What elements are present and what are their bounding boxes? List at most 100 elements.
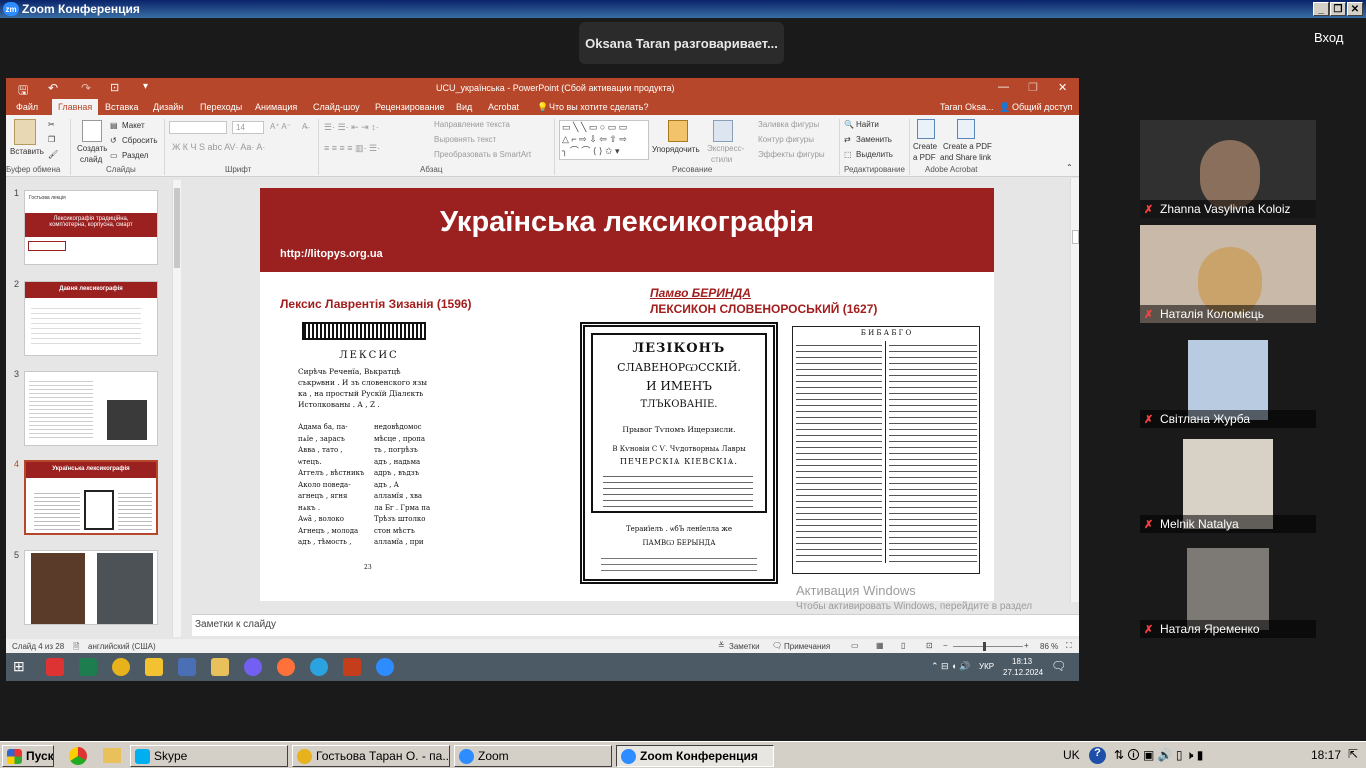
powerpoint-icon[interactable] [343, 658, 361, 676]
slide-thumbnail-2[interactable]: Давня лексикографія [24, 281, 158, 356]
font-size-input[interactable]: 14 [232, 121, 264, 134]
close-button[interactable]: ✕ [1347, 2, 1363, 16]
tell-me-input[interactable]: Что вы хотите сделать? [549, 102, 649, 112]
cut-icon[interactable]: ✂ [48, 120, 55, 129]
tab-view[interactable]: Вид [456, 102, 472, 112]
reset-button[interactable]: Сбросить [122, 136, 158, 145]
paste-button[interactable]: Вставить [10, 147, 44, 156]
notification-icon[interactable]: 🗨 [1051, 659, 1066, 673]
paste-icon[interactable] [14, 119, 36, 145]
current-slide[interactable]: Українська лексикографія http://litopys.… [260, 188, 994, 601]
create-pdf-icon[interactable] [917, 119, 935, 139]
redo-icon[interactable]: ↷ [81, 81, 91, 95]
list-icons[interactable]: ☰· ☰· ⇤ ⇥ ↕· [324, 122, 379, 133]
layout-button[interactable]: Макет [122, 121, 145, 130]
language-indicator[interactable]: английский (США) [88, 642, 156, 651]
clear-format-icon[interactable]: A̶ [302, 122, 307, 131]
create-pdf-label-1[interactable]: Create [913, 142, 937, 151]
tray-icons[interactable]: ⌃ ⊟ ◖ 🔊 [931, 661, 970, 672]
zoom-slider-thumb[interactable] [983, 642, 986, 651]
participant-tile[interactable]: ✗ Наталія Коломієць [1140, 225, 1316, 323]
undo-icon[interactable]: ↶ [48, 81, 58, 95]
slide-thumbnail-3[interactable] [24, 371, 158, 446]
tab-transitions[interactable]: Переходы [200, 102, 242, 112]
quick-styles-label-2[interactable]: стили [711, 155, 732, 164]
enter-fullscreen-button[interactable]: Вход [1314, 30, 1343, 45]
app-icon[interactable] [178, 658, 196, 676]
thumbs-scrollbar[interactable] [172, 180, 181, 637]
smartart-button[interactable]: Преобразовать в SmartArt [434, 150, 531, 159]
quick-styles-icon[interactable] [713, 120, 733, 142]
participant-tile[interactable]: ✗ Світлана Журба [1140, 330, 1316, 428]
zoom-slider-track[interactable] [953, 642, 1023, 651]
section-button[interactable]: Раздел [122, 151, 148, 160]
help-icon[interactable]: ? [1089, 747, 1106, 764]
zoom-taskbar-icon[interactable] [376, 658, 394, 676]
shapes-gallery[interactable]: ▭ ╲ ╲ ▭ ○ ▭ ▭ △ ⌐ ⇨ ⇩ ⇦ ⇧ ⇨ ╮ ⌒ ⌒ ⟨ ⟩ ✩ ▾ [559, 120, 649, 160]
remote-lang[interactable]: УКР [979, 662, 994, 671]
share-icon[interactable]: 👤 [999, 102, 1010, 113]
notes-pane[interactable]: Заметки к слайду [192, 614, 1079, 636]
tab-insert[interactable]: Вставка [105, 102, 138, 112]
zoom-in-icon[interactable]: + [1024, 641, 1029, 650]
telegram-icon[interactable] [310, 658, 328, 676]
tray-icons[interactable]: ⇅ 🛈 ▣ 🔊 ▯ 🕨 ▮ [1114, 746, 1203, 767]
participant-tile[interactable]: ✗ Наталя Яременко [1140, 540, 1316, 638]
user-name[interactable]: Taran Oksa... [940, 102, 994, 112]
reading-view-icon[interactable]: ▯ [901, 641, 905, 650]
normal-view-icon[interactable]: ▭ [851, 641, 859, 650]
tab-acrobat[interactable]: Acrobat [488, 102, 519, 112]
slide-thumbnail-4-selected[interactable]: Українська лексикографія [24, 460, 158, 535]
shape-effects-button[interactable]: Эффекты фигуры [758, 150, 825, 159]
explorer-icon[interactable] [211, 658, 229, 676]
arrange-icon[interactable] [668, 120, 688, 142]
customize-toolbar-icon[interactable]: ▾ [143, 81, 148, 92]
notes-toggle-icon[interactable]: ≚ [718, 641, 725, 650]
taskbar-item-zoom-conference[interactable]: Zoom Конференция [616, 745, 774, 767]
slide-scrollbar[interactable] [1070, 178, 1079, 602]
shape-fill-button[interactable]: Заливка фигуры [758, 120, 819, 129]
font-name-input[interactable] [169, 121, 227, 134]
comments-icon[interactable]: 🗨 [772, 641, 782, 650]
new-slide-label-1[interactable]: Создать [77, 144, 107, 153]
show-desktop-icon[interactable]: ⇱ [1348, 747, 1358, 761]
firefox-icon[interactable] [277, 658, 295, 676]
tab-animation[interactable]: Анимация [255, 102, 297, 112]
notes-placeholder[interactable]: Заметки к слайду [195, 619, 276, 630]
slide-scroll-thumb[interactable] [1072, 230, 1079, 244]
select-button[interactable]: Выделить [856, 150, 893, 159]
chrome-quicklaunch-icon[interactable] [69, 747, 87, 765]
ppt-close-icon[interactable]: ✕ [1058, 81, 1067, 94]
tab-file[interactable]: Файл [16, 102, 38, 112]
spellcheck-icon[interactable]: 🗎 [73, 641, 79, 653]
create-share-pdf-icon[interactable] [957, 119, 975, 139]
slide-thumbnail-1[interactable]: Гостьова лекція Лексикографія традиційна… [24, 190, 158, 265]
ppt-restore-icon[interactable]: ❐ [1028, 81, 1038, 94]
start-button[interactable]: Пуск [2, 745, 54, 767]
tab-design[interactable]: Дизайн [153, 102, 183, 112]
shape-outline-button[interactable]: Контур фигуры [758, 135, 814, 144]
comments-button[interactable]: Примечания [784, 642, 830, 651]
text-direction-button[interactable]: Направление текста [434, 120, 510, 129]
tab-home[interactable]: Главная [52, 99, 99, 115]
create-share-label-1[interactable]: Create a PDF [943, 142, 992, 151]
ppt-minimize-icon[interactable]: — [998, 81, 1009, 93]
participant-tile[interactable]: ✗ Melnik Natalya [1140, 435, 1316, 533]
format-painter-icon[interactable]: 🖌 [48, 150, 58, 159]
taskbar-item-skype[interactable]: Skype [130, 745, 288, 767]
tab-review[interactable]: Рецензирование [375, 102, 445, 112]
start-slideshow-icon[interactable]: ⊡ [110, 81, 119, 94]
find-button[interactable]: Найти [856, 120, 879, 129]
viber-icon[interactable] [244, 658, 262, 676]
opera-icon[interactable] [46, 658, 64, 676]
zoom-percent[interactable]: 86 % [1040, 642, 1058, 651]
maximize-button[interactable]: ❐ [1330, 2, 1346, 16]
align-text-button[interactable]: Выровнять текст [434, 135, 496, 144]
create-share-label-2[interactable]: and Share link [940, 153, 991, 162]
slide-thumbnail-5[interactable] [24, 550, 158, 625]
app-icon[interactable] [79, 658, 97, 676]
chrome-icon[interactable] [112, 658, 130, 676]
language-indicator[interactable]: UK [1063, 748, 1080, 762]
font-grow-icon[interactable]: A⁺ A⁻ [270, 122, 291, 131]
slide-sorter-icon[interactable]: ▦ [876, 641, 884, 650]
